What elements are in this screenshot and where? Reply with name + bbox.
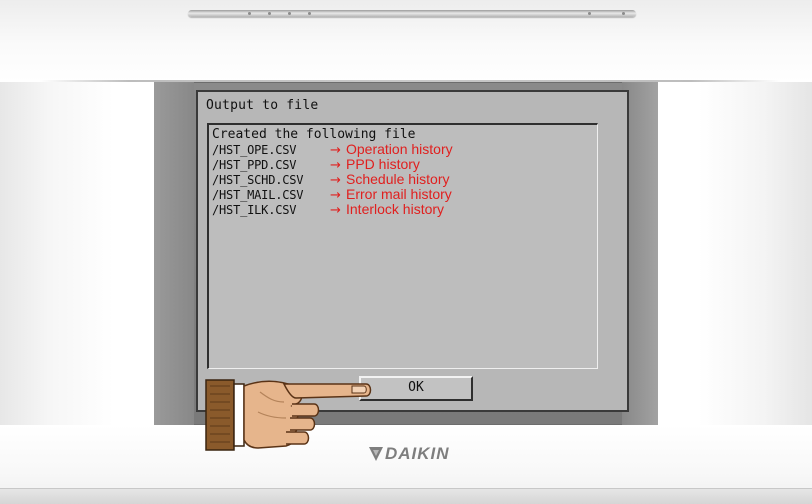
file-row-operation: /HST_OPE.CSV → Operation history [212,141,453,159]
device-photo: Output to file Created the following fil… [0,0,812,504]
file-description: Operation history [346,141,453,157]
file-description: Schedule history [346,171,450,187]
file-row-interlock: /HST_ILK.CSV → Interlock history [212,201,453,219]
message-box: Created the following file /HST_OPE.CSV →… [207,123,598,369]
arrow-icon: → [330,158,341,173]
slot-marker [248,12,251,15]
slot-marker [308,12,311,15]
file-name: /HST_SCHD.CSV [212,173,304,187]
slot-marker [288,12,291,15]
file-list: /HST_OPE.CSV → Operation history /HST_PPD.… [212,141,453,219]
file-row-ppd: /HST_PPD.CSV → PPD history [212,156,453,174]
file-name: /HST_OPE.CSV [212,143,297,157]
arrow-icon: → [330,203,341,218]
top-slot [188,10,636,17]
slot-marker [268,12,271,15]
dialog-title: Output to file [206,98,319,113]
file-name: /HST_ILK.CSV [212,203,297,217]
file-name: /HST_MAIL.CSV [212,188,304,202]
file-name: /HST_PPD.CSV [212,158,297,172]
file-row-schedule: /HST_SCHD.CSV → Schedule history [212,171,453,189]
arrow-icon: → [330,173,341,188]
message-heading: Created the following file [212,127,416,142]
slot-marker [622,12,625,15]
logo-text: DAIKIN [385,444,450,463]
arrow-icon: → [330,188,341,203]
pointing-hand-icon [205,379,372,451]
file-row-error-mail: /HST_MAIL.CSV → Error mail history [212,186,453,204]
housing-bottom-edge [0,488,812,504]
arrow-icon: → [330,143,341,158]
file-description: Interlock history [346,201,445,217]
file-description: PPD history [346,156,420,172]
file-description: Error mail history [346,186,452,202]
ok-button[interactable]: OK [359,376,473,401]
output-to-file-dialog: Output to file Created the following fil… [196,90,629,412]
slot-marker [588,12,591,15]
screen-frame-left [154,82,194,425]
